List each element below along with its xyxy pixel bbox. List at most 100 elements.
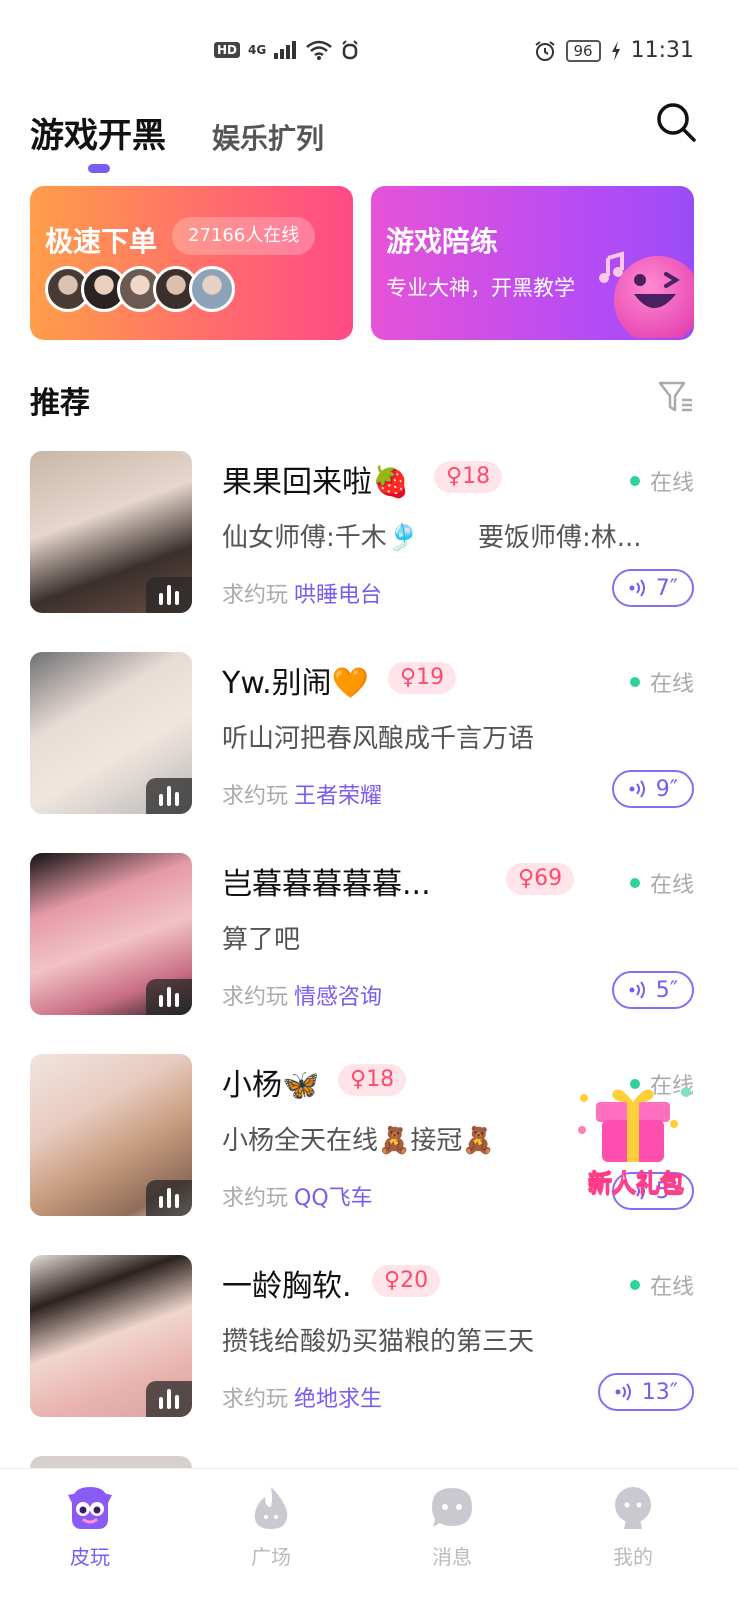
user-name: 岂暮暮暮暮暮... bbox=[222, 867, 431, 902]
signal-icon bbox=[274, 41, 297, 59]
sound-wave-icon bbox=[629, 981, 645, 999]
nav-profile[interactable]: 我的 bbox=[573, 1485, 693, 1570]
pipi-mascot-icon bbox=[68, 1487, 112, 1529]
gift-label: 新人礼包 bbox=[588, 1169, 685, 1198]
clock: 11:31 bbox=[630, 38, 694, 63]
new-user-gift[interactable]: 新人礼包 bbox=[574, 1078, 698, 1198]
online-status: 在线 bbox=[629, 465, 694, 497]
audio-bars-icon bbox=[146, 577, 192, 613]
online-dot bbox=[629, 476, 640, 486]
nav-profile-label: 我的 bbox=[613, 1545, 653, 1569]
game-coach-banner[interactable]: 游戏陪练 专业大神，开黑教学 bbox=[371, 186, 694, 340]
alarm-icon bbox=[534, 40, 555, 61]
avatar bbox=[189, 266, 235, 312]
age-badge: ♀18 bbox=[434, 461, 503, 493]
voice-duration: 7″ bbox=[655, 575, 678, 601]
game-tag[interactable]: QQ飞车 bbox=[294, 1186, 373, 1211]
sound-wave-icon bbox=[615, 1383, 631, 1401]
game-tag[interactable]: 哄睡电台 bbox=[294, 583, 382, 608]
list-item[interactable] bbox=[0, 1456, 738, 1468]
user-signature-secondary: 要饭师傅:林... bbox=[478, 523, 642, 553]
gift-box-icon bbox=[578, 1087, 691, 1162]
user-signature: 攒钱给酸奶买猫粮的第三天 bbox=[222, 1327, 535, 1357]
nav-messages-label: 消息 bbox=[432, 1545, 472, 1569]
list-item[interactable]: 岂暮暮暮暮暮... ♀69 在线 算了吧 求约玩 情感咨询 5″ bbox=[0, 853, 738, 1015]
user-photo bbox=[30, 1255, 192, 1417]
audio-bars-icon bbox=[146, 1381, 192, 1417]
profile-icon bbox=[615, 1487, 651, 1529]
play-request: 求约玩 绝地求生 bbox=[222, 1381, 382, 1413]
voice-intro-button[interactable]: 7″ bbox=[611, 569, 694, 607]
battery-level: 96 bbox=[565, 39, 601, 62]
network-type: 4G bbox=[248, 43, 267, 57]
user-photo bbox=[30, 853, 192, 1015]
nav-square[interactable]: 广场 bbox=[211, 1485, 331, 1570]
notification-icon bbox=[342, 40, 358, 60]
online-status: 在线 bbox=[629, 666, 694, 698]
game-tag[interactable]: 情感咨询 bbox=[294, 985, 382, 1010]
voice-intro-button[interactable]: 13″ bbox=[597, 1373, 694, 1411]
chat-bubble-icon bbox=[432, 1488, 472, 1527]
online-dot bbox=[629, 1280, 640, 1290]
hd-badge: HD bbox=[214, 42, 241, 58]
nav-home[interactable]: 皮玩 bbox=[30, 1485, 150, 1570]
sound-wave-icon bbox=[629, 579, 645, 597]
filter-icon[interactable] bbox=[658, 380, 694, 414]
user-name: 果果回来啦🍓 bbox=[222, 465, 410, 500]
online-count-pill: 27166人在线 bbox=[172, 217, 316, 255]
tab-entertainment-label: 娱乐扩列 bbox=[212, 122, 325, 155]
user-photo bbox=[30, 1456, 192, 1468]
sound-wave-icon bbox=[629, 780, 645, 798]
list-item[interactable]: Yw.别闹🧡 ♀19 在线 听山河把春风酿成千言万语 求约玩 王者荣耀 9″ bbox=[0, 652, 738, 814]
voice-intro-button[interactable]: 5″ bbox=[611, 971, 694, 1009]
voice-intro-button[interactable]: 9″ bbox=[611, 770, 694, 808]
audio-bars-icon bbox=[146, 1180, 192, 1216]
status-right: 96 11:31 bbox=[534, 38, 694, 63]
age-badge: ♀19 bbox=[388, 662, 457, 694]
list-item[interactable]: 果果回来啦🍓 ♀18 在线 仙女师傅:千木🎐 要饭师傅:林... 求约玩 哄睡电台… bbox=[0, 451, 738, 613]
user-photo bbox=[30, 1054, 192, 1216]
online-dot bbox=[629, 878, 640, 888]
search-icon[interactable] bbox=[654, 100, 698, 144]
age-badge: ♀20 bbox=[372, 1265, 441, 1297]
user-signature: 仙女师傅:千木🎐 bbox=[222, 523, 420, 553]
charging-icon bbox=[611, 40, 620, 61]
online-label: 在线 bbox=[649, 873, 694, 898]
game-coach-subtitle: 专业大神，开黑教学 bbox=[386, 276, 575, 300]
list-item[interactable]: 一龄胸软. ♀20 在线 攒钱给酸奶买猫粮的第三天 求约玩 绝地求生 13″ bbox=[0, 1255, 738, 1417]
play-request: 求约玩 哄睡电台 bbox=[222, 577, 382, 609]
play-request: 求约玩 QQ飞车 bbox=[222, 1180, 373, 1212]
game-tag[interactable]: 王者荣耀 bbox=[294, 784, 382, 809]
play-request-prefix: 求约玩 bbox=[222, 583, 289, 608]
user-photo bbox=[30, 652, 192, 814]
play-request: 求约玩 王者荣耀 bbox=[222, 778, 382, 810]
voice-duration: 9″ bbox=[655, 776, 678, 802]
user-signature: 算了吧 bbox=[222, 925, 301, 955]
online-label: 在线 bbox=[649, 672, 694, 697]
nav-square-label: 广场 bbox=[251, 1545, 291, 1569]
tab-entertainment[interactable]: 娱乐扩列 bbox=[212, 117, 324, 157]
play-request-prefix: 求约玩 bbox=[222, 1186, 289, 1211]
section-title: 推荐 bbox=[30, 386, 90, 421]
play-request-prefix: 求约玩 bbox=[222, 1387, 289, 1412]
audio-bars-icon bbox=[146, 778, 192, 814]
user-signature: 听山河把春风酿成千言万语 bbox=[222, 724, 535, 754]
quick-order-title: 极速下单 bbox=[45, 225, 158, 258]
online-status: 在线 bbox=[629, 867, 694, 899]
age-badge: ♀18 bbox=[338, 1064, 407, 1096]
play-request-prefix: 求约玩 bbox=[222, 985, 289, 1010]
wifi-icon bbox=[306, 40, 333, 60]
tab-indicator bbox=[88, 164, 110, 173]
age-badge: ♀69 bbox=[506, 863, 575, 895]
bottom-nav: 皮玩 广场 消息 我的 bbox=[0, 1468, 738, 1600]
user-name: 一龄胸软. bbox=[222, 1269, 352, 1304]
tab-game[interactable]: 游戏开黑 bbox=[30, 108, 166, 173]
quick-order-banner[interactable]: 极速下单 27166人在线 bbox=[30, 186, 353, 340]
user-name: 小杨🦋 bbox=[222, 1068, 320, 1103]
avatar-stack bbox=[45, 266, 235, 312]
nav-messages[interactable]: 消息 bbox=[392, 1485, 512, 1570]
nav-home-label: 皮玩 bbox=[70, 1545, 110, 1569]
game-tag[interactable]: 绝地求生 bbox=[294, 1387, 382, 1412]
top-tabs: 游戏开黑 娱乐扩列 bbox=[30, 108, 324, 173]
user-name: Yw.别闹🧡 bbox=[222, 666, 369, 701]
